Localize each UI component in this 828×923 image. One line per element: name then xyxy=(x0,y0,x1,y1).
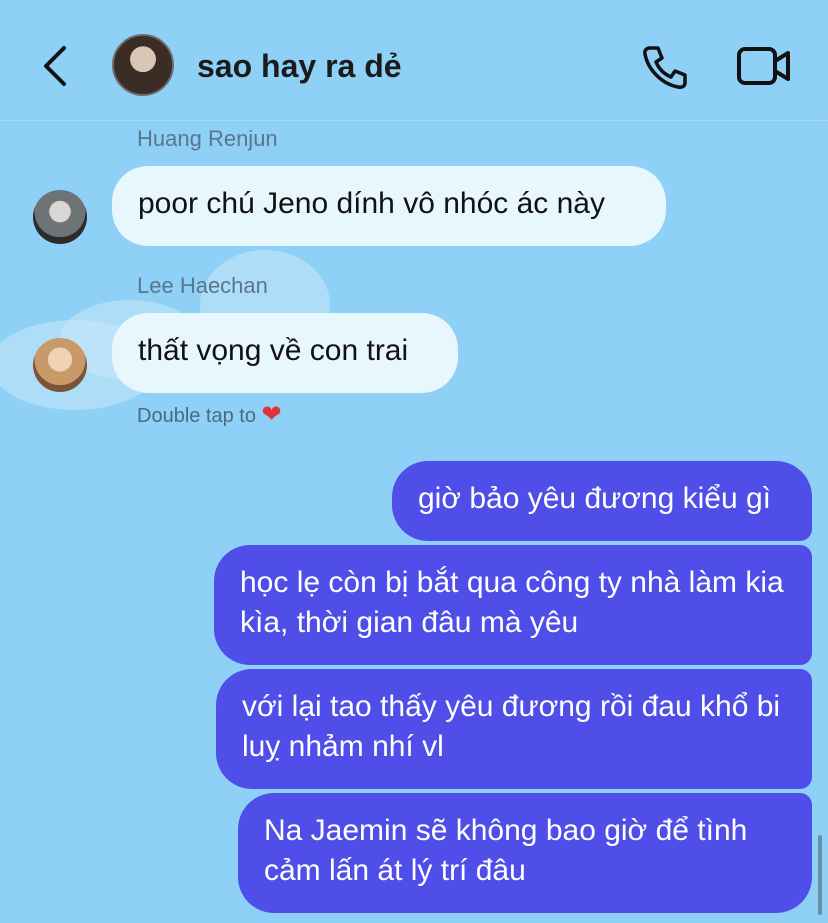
double-tap-hint: Double tap to ❤ xyxy=(137,400,282,429)
sender-avatar[interactable] xyxy=(33,190,87,244)
sender-name: Lee Haechan xyxy=(137,273,268,298)
chat-avatar[interactable] xyxy=(112,34,174,96)
sender-avatar[interactable] xyxy=(33,338,87,392)
chat-header: sao hay ra dẻ xyxy=(0,0,828,121)
heart-icon: ❤ xyxy=(261,401,282,428)
chevron-left-icon[interactable] xyxy=(38,42,74,90)
message-bubble-incoming[interactable]: poor chú Jeno dính vô nhóc ác này xyxy=(112,166,666,246)
chat-title[interactable]: sao hay ra dẻ xyxy=(197,48,402,85)
scrollbar[interactable] xyxy=(818,835,822,915)
message-bubble-outgoing[interactable]: giờ bảo yêu đương kiểu gì xyxy=(392,461,812,541)
hint-text: Double tap to xyxy=(137,405,256,427)
message-bubble-incoming[interactable]: thất vọng về con trai xyxy=(112,313,458,393)
message-bubble-outgoing[interactable]: với lại tao thấy yêu đương rồi đau khổ b… xyxy=(216,669,812,789)
sender-name: Huang Renjun xyxy=(137,126,278,151)
message-bubble-outgoing[interactable]: học lẹ còn bị bắt qua công ty nhà làm ki… xyxy=(214,545,812,665)
video-camera-icon[interactable] xyxy=(736,44,792,88)
phone-icon[interactable] xyxy=(640,42,690,90)
message-bubble-outgoing[interactable]: Na Jaemin sẽ không bao giờ để tình cảm l… xyxy=(238,793,812,913)
